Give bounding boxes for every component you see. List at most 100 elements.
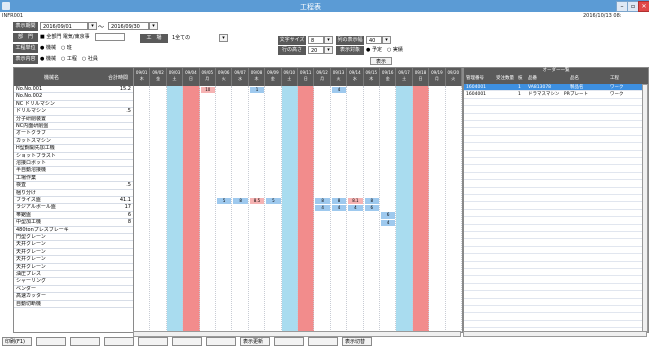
function-key-button[interactable]	[70, 337, 100, 346]
schedule-cell[interactable]: 4	[348, 204, 363, 212]
machine-row[interactable]: 油圧プレス	[14, 271, 133, 279]
machine-row[interactable]: 天井クレーン	[14, 256, 133, 264]
schedule-cell[interactable]: 4	[381, 219, 396, 227]
schedule-cell[interactable]: 4	[315, 204, 330, 212]
font-size-dropdown[interactable]: ▾	[324, 36, 333, 44]
row-height-dropdown[interactable]: ▾	[324, 46, 333, 54]
machine-total	[110, 278, 133, 286]
function-key-button[interactable]	[104, 337, 134, 346]
machine-row[interactable]: フライス盤 41.1	[14, 197, 133, 205]
machine-row[interactable]: ラジアルボール盤 17	[14, 204, 133, 212]
machine-row[interactable]: ベンダー	[14, 286, 133, 294]
show-button[interactable]: 表示	[370, 57, 392, 65]
machine-row[interactable]: カットスマシン	[14, 138, 133, 146]
day-weekday: 金	[385, 76, 390, 81]
schedule-cell[interactable]: 8	[364, 197, 379, 204]
machine-list: 機械名 合計時間 No.No.001 15.2 No.No.002 NC ドリルマシン…	[13, 67, 134, 333]
machine-row[interactable]: ショットブラスト	[14, 153, 133, 160]
dept-field[interactable]	[95, 33, 125, 41]
machine-total	[110, 153, 133, 160]
schedule-cell[interactable]: 8.1	[348, 197, 363, 204]
machine-name: 中型加工機	[14, 219, 110, 227]
order-col-header: 工程	[610, 76, 619, 81]
machine-row[interactable]: 天井クレーン	[14, 241, 133, 249]
function-key-button[interactable]: 印刷(F1)	[2, 337, 32, 346]
order-panel-scrollbar[interactable]	[642, 84, 648, 332]
col-width-input[interactable]: 40	[366, 36, 382, 44]
machine-row[interactable]: 梱り分け	[14, 190, 133, 197]
function-key-button[interactable]: 表示更新	[240, 337, 270, 346]
function-key-button[interactable]: 表示切替	[342, 337, 372, 346]
machine-row[interactable]: NC ドリルマシン	[14, 101, 133, 109]
schedule-cell[interactable]: 1	[249, 86, 265, 93]
schedule-cell[interactable]: 8	[315, 197, 330, 204]
order-cell: ブレート	[570, 92, 588, 98]
machine-row[interactable]: 帯鋸盤 6	[14, 212, 133, 220]
day-header: 09/04 日	[183, 68, 200, 86]
schedule-cell[interactable]: 8	[233, 197, 248, 204]
schedule-cell[interactable]: 6	[364, 204, 379, 212]
machine-row[interactable]: No.No.002	[14, 93, 133, 101]
col-machine-name: 機械名	[44, 75, 60, 81]
machine-row[interactable]: 480tonプレスブレーキ	[14, 227, 133, 234]
order-hscroll[interactable]	[463, 331, 647, 337]
order-row[interactable]: 1604001 1 VA813078 製品名 ワーク	[464, 84, 642, 92]
machine-row[interactable]: 溶接ロボット	[14, 160, 133, 168]
col-width-dropdown[interactable]: ▾	[382, 36, 391, 44]
title-bar: 工程表	[0, 0, 649, 12]
order-row[interactable]: 1604001 1 ドラマスマシン PRC ブレート ワーク	[464, 91, 642, 99]
type-options[interactable]: ● 機械 ○ 班	[40, 44, 72, 53]
machine-row[interactable]: 中型加工機 8	[14, 219, 133, 227]
machine-row[interactable]: H型鋼開先加工機	[14, 145, 133, 153]
function-key-button[interactable]	[274, 337, 304, 346]
display-options[interactable]: ● 機械 ○ 工程 ○ 社員	[40, 55, 98, 64]
order-row-empty	[464, 143, 642, 151]
machine-row[interactable]: 天井クレーン	[14, 249, 133, 257]
schedule-cell[interactable]: 4	[331, 86, 347, 93]
schedule-cell[interactable]: 5	[266, 197, 281, 204]
day-weekday: 土	[287, 76, 292, 81]
machine-row[interactable]: 検査 .5	[14, 182, 133, 190]
day-column	[216, 86, 233, 332]
factory-dropdown[interactable]: ▾	[219, 34, 228, 42]
schedule-cell[interactable]: 8.5	[249, 197, 265, 204]
function-key-button[interactable]	[36, 337, 66, 346]
order-row-empty	[464, 284, 642, 292]
schedule-cell[interactable]: 6	[381, 212, 396, 219]
function-key-button[interactable]	[206, 337, 236, 346]
function-key-button[interactable]	[138, 337, 168, 346]
machine-row[interactable]: ドリルマシン .5	[14, 108, 133, 116]
schedule-cell[interactable]: 4	[331, 204, 347, 212]
machine-name: No.No.001	[14, 86, 110, 94]
machine-row[interactable]: 自動切断機	[14, 301, 133, 308]
order-col-header: 受注数量	[496, 76, 514, 81]
close-button[interactable]: ✕	[638, 1, 649, 12]
machine-row[interactable]: 高速カッター	[14, 293, 133, 301]
machine-row[interactable]: 分子研削装置	[14, 116, 133, 123]
machine-row[interactable]: 工場作業	[14, 175, 133, 183]
factory-value[interactable]: 1全ての	[172, 34, 190, 43]
schedule-cell[interactable]: 10	[200, 86, 215, 93]
machine-row[interactable]: 半自動溶接機	[14, 167, 133, 175]
machine-name: オートクラブ	[14, 130, 110, 138]
row-height-input[interactable]: 20	[308, 46, 324, 54]
schedule-cell[interactable]: 5	[217, 197, 232, 204]
machine-row[interactable]: No.No.001 15.2	[14, 86, 133, 94]
machine-row[interactable]: 門型クレーン	[14, 234, 133, 242]
machine-row[interactable]: 天井クレーン	[14, 264, 133, 271]
machine-row[interactable]: シャーリング	[14, 278, 133, 286]
day-weekday: 木	[369, 76, 374, 81]
date-to-input[interactable]: 2016/09/30	[108, 22, 149, 30]
schedule-cell[interactable]: 8	[331, 197, 347, 204]
function-key-button[interactable]	[172, 337, 202, 346]
target-options[interactable]: ● 予定 ○ 実績	[366, 46, 403, 55]
date-from-dropdown[interactable]: ▾	[88, 22, 97, 30]
machine-row[interactable]: NC内面研削盤	[14, 123, 133, 131]
function-key-button[interactable]	[308, 337, 338, 346]
date-to-dropdown[interactable]: ▾	[149, 22, 158, 30]
dept-options[interactable]: ■ 全部門 電気/東京事	[40, 33, 90, 42]
date-from-input[interactable]: 2016/09/01	[40, 22, 88, 30]
font-size-input[interactable]: 8	[308, 36, 324, 44]
machine-row[interactable]: オートクラブ	[14, 130, 133, 138]
machine-total: 17	[110, 204, 133, 212]
